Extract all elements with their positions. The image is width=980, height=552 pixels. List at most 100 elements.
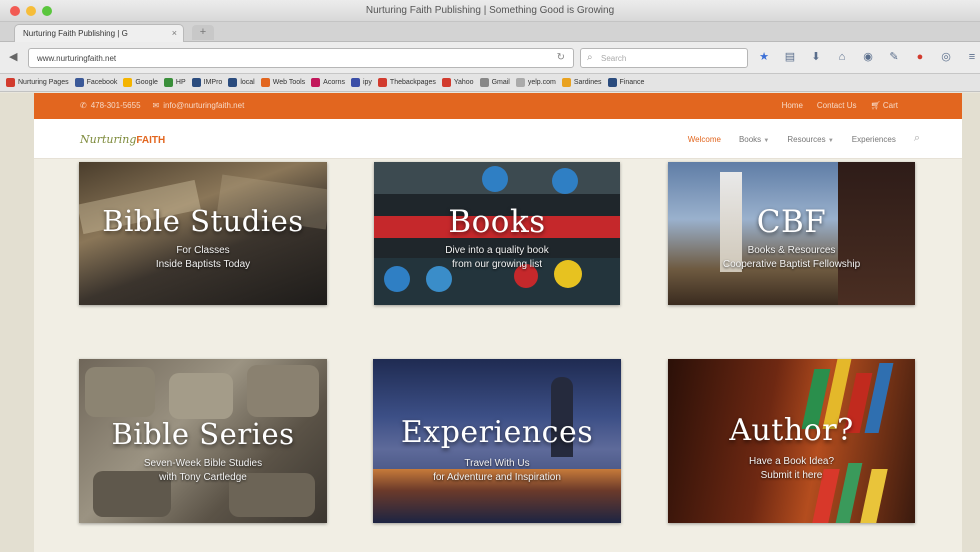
bookmark-item[interactable]: Finance <box>607 77 645 88</box>
address-bar[interactable]: www.nurturingfaith.net ↻ <box>28 48 574 68</box>
bookmark-item[interactable]: IMPro <box>191 77 223 88</box>
bookmark-label: IMPro <box>203 79 223 86</box>
site-main-nav: NurturingFAITH Welcome Books ▼ Resources… <box>34 119 962 159</box>
extension-icon[interactable]: ◎ <box>938 48 954 66</box>
bookmark-item[interactable]: Nurturing Pages <box>6 77 69 88</box>
site-search-icon[interactable]: ⌕ <box>914 132 920 145</box>
browser-tab[interactable]: Nurturing Faith Publishing | G × <box>14 24 184 42</box>
site-logo[interactable]: NurturingFAITH <box>80 133 165 146</box>
reading-list-icon[interactable]: ▤ <box>782 48 798 66</box>
tile-experiences[interactable]: Experiences Travel With Us for Adventure… <box>373 359 621 523</box>
bookmark-favicon-icon <box>163 78 173 87</box>
cart-link[interactable]: 🛒︎ Cart <box>870 101 898 110</box>
bookmark-label: Thebackpages <box>389 79 436 86</box>
back-arrow-icon[interactable]: ◀ <box>9 50 17 63</box>
bookmark-favicon-icon <box>260 78 270 87</box>
bookmark-favicon-icon <box>515 78 525 87</box>
email-contact[interactable]: ✉ info@nurturingfaith.net <box>153 101 245 110</box>
menu-icon[interactable]: ≡ <box>964 48 980 66</box>
toolbar-icons: ★ ▤ ⬇ ⌂ ◉ ✎ ● ◎ ≡ <box>756 48 980 66</box>
bookmark-label: Google <box>135 79 158 86</box>
web-page: ✆ 478-301-5655 ✉ info@nurturingfaith.net H… <box>0 93 980 552</box>
email-address: info@nurturingfaith.net <box>163 101 245 110</box>
bookmark-favicon-icon <box>561 78 571 87</box>
menu-books[interactable]: Books ▼ <box>739 135 769 145</box>
tile-title: Books <box>448 204 546 240</box>
tile-subtitle-line2: from our growing list <box>451 259 543 270</box>
tile-books[interactable]: Books Dive into a quality book from our … <box>374 162 620 305</box>
bookmark-favicon-icon <box>350 78 360 87</box>
phone-number: 478-301-5655 <box>90 101 141 110</box>
home-link[interactable]: Home <box>782 101 803 110</box>
bookmark-item[interactable]: Acorns <box>311 77 345 88</box>
dot-decor <box>482 166 508 192</box>
tile-subtitle-line1: Books & Resources <box>747 245 836 256</box>
tile-title: Bible Series <box>111 417 295 451</box>
tab-label: Nurturing Faith Publishing | G <box>23 29 128 38</box>
tile-subtitle-line2: Cooperative Baptist Fellowship <box>722 259 861 270</box>
bookmark-item[interactable]: Thebackpages <box>377 77 436 88</box>
pocket-icon[interactable]: ◉ <box>860 48 876 66</box>
bookmark-label: HP <box>175 79 186 86</box>
bookmark-label: Web Tools <box>272 79 306 86</box>
tile-subtitle-line1: Have a Book Idea? <box>748 456 835 467</box>
bookmark-favicon-icon <box>311 78 321 87</box>
contact-info: ✆ 478-301-5655 ✉ info@nurturingfaith.net <box>80 101 244 110</box>
bookmark-star-icon[interactable]: ★ <box>756 48 772 66</box>
menu-welcome[interactable]: Welcome <box>688 135 721 145</box>
bookmark-label: Acorns <box>323 79 345 86</box>
bookmark-favicon-icon <box>74 78 84 87</box>
logo-script: Nurturing <box>80 133 137 146</box>
site-menu: Welcome Books ▼ Resources ▼ Experiences … <box>688 132 920 145</box>
adblock-icon[interactable]: ● <box>912 48 928 66</box>
bookmark-item[interactable]: Web Tools <box>260 77 306 88</box>
tile-cbf[interactable]: CBF Books & Resources Cooperative Baptis… <box>668 162 915 305</box>
bookmark-item[interactable]: HP <box>163 77 186 88</box>
tile-subtitle-line2: with Tony Cartledge <box>159 472 247 483</box>
url-text: www.nurturingfaith.net <box>37 54 117 63</box>
phone-contact[interactable]: ✆ 478-301-5655 <box>80 101 141 110</box>
new-tab-button[interactable]: + <box>192 25 214 40</box>
bookmark-item[interactable]: yelp.com <box>515 77 556 88</box>
tile-title: Bible Studies <box>102 204 304 238</box>
bookmark-item[interactable]: ipy <box>350 77 372 88</box>
bookmark-label: Finance <box>619 79 645 86</box>
bookmark-favicon-icon <box>607 78 617 87</box>
tile-bible-series[interactable]: Bible Series Seven-Week Bible Studies wi… <box>79 359 327 523</box>
downloads-icon[interactable]: ⬇ <box>808 48 824 66</box>
bookmark-item[interactable]: Gmail <box>479 77 510 88</box>
reload-icon[interactable]: ↻ <box>557 52 565 63</box>
bookmark-favicon-icon <box>123 78 133 87</box>
menu-resources[interactable]: Resources ▼ <box>787 135 833 145</box>
bookmark-favicon-icon <box>377 78 387 87</box>
bookmark-item[interactable]: Yahoo <box>441 77 474 88</box>
contact-us-link[interactable]: Contact Us <box>817 101 857 110</box>
tile-title: Experiences <box>400 415 594 450</box>
search-input[interactable]: ⌕ Search <box>580 48 748 68</box>
stone-decor <box>85 367 155 417</box>
bookmark-item[interactable]: local <box>228 77 255 88</box>
bookmark-favicon-icon <box>191 78 201 87</box>
bookmark-label: Nurturing Pages <box>18 79 69 86</box>
tile-author[interactable]: Author? Have a Book Idea? Submit it here <box>668 359 915 523</box>
tile-subtitle-line2: for Adventure and Inspiration <box>433 472 561 483</box>
tile-bible-studies[interactable]: Bible Studies For Classes Inside Baptist… <box>79 162 327 305</box>
share-icon[interactable]: ✎ <box>886 48 902 66</box>
bookmark-item[interactable]: Sardines <box>561 77 602 88</box>
tile-subtitle-line2: Inside Baptists Today <box>155 259 251 270</box>
bookmark-favicon-icon <box>479 78 489 87</box>
menu-experiences[interactable]: Experiences <box>852 135 896 145</box>
dot-decor <box>552 168 578 194</box>
bookmark-label: local <box>240 79 255 86</box>
bookmark-favicon-icon <box>228 78 238 87</box>
home-icon[interactable]: ⌂ <box>834 48 850 66</box>
tab-close-icon[interactable]: × <box>172 28 177 38</box>
bookmark-item[interactable]: Google <box>123 77 158 88</box>
bookmark-item[interactable]: Facebook <box>74 77 117 88</box>
cart-icon: 🛒︎ <box>870 101 883 110</box>
site-topbar: ✆ 478-301-5655 ✉ info@nurturingfaith.net H… <box>34 93 962 119</box>
phone-icon: ✆ <box>80 101 87 110</box>
tile-subtitle-line1: Dive into a quality book <box>445 245 549 256</box>
bookmark-label: Yahoo <box>453 79 474 86</box>
bookmark-label: Sardines <box>573 79 602 86</box>
